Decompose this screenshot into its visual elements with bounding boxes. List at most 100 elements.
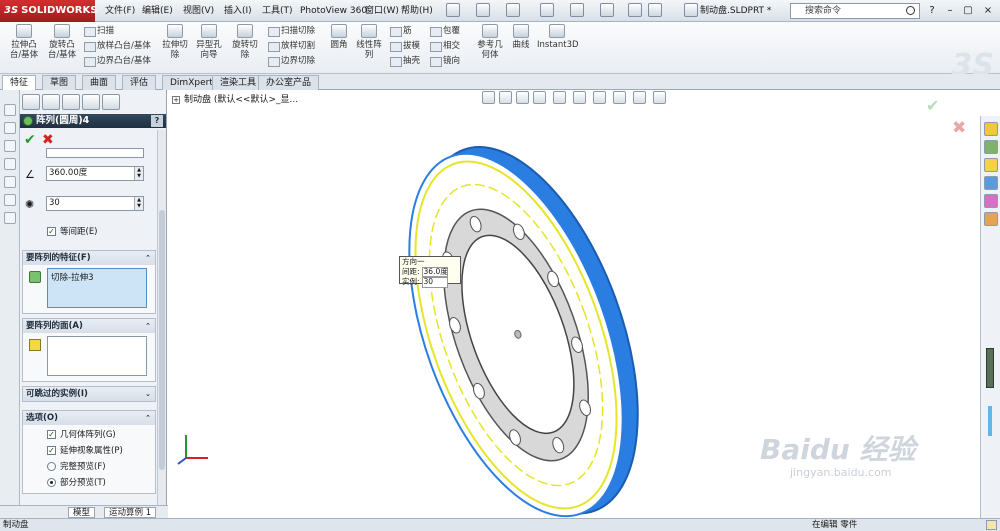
save-icon[interactable]: [506, 3, 520, 17]
pattern-callout[interactable]: 方向一 间距: 36.0度 实例: 30: [399, 256, 461, 288]
restore-icon[interactable]: ▢: [960, 3, 976, 18]
open-icon[interactable]: [476, 3, 490, 17]
property-manager-tab-icon[interactable]: [42, 94, 60, 110]
sketch-tools-icon[interactable]: [4, 122, 16, 134]
dimxpert-tab-icon[interactable]: [82, 94, 100, 110]
intersect-button[interactable]: 相交: [430, 40, 460, 52]
rib-button[interactable]: 筋: [390, 25, 412, 37]
panel-scrollbar[interactable]: [157, 130, 166, 518]
trim-icon[interactable]: [4, 194, 16, 206]
hole-wizard-button[interactable]: 异型孔向导: [194, 24, 224, 60]
sketch-entity-icon[interactable]: [4, 176, 16, 188]
extrude-cut-button[interactable]: 拉伸切除: [160, 24, 190, 60]
feature-item[interactable]: 切除-拉伸3: [51, 271, 93, 283]
faces-listbox[interactable]: [47, 336, 147, 376]
tab-motion-study[interactable]: 运动算例 1: [104, 507, 157, 518]
tab-features[interactable]: 特征: [2, 75, 37, 90]
menu-edit[interactable]: 编辑(E): [139, 3, 176, 19]
spacing-value[interactable]: 36.0度: [421, 266, 448, 277]
boundary-boss-button[interactable]: 边界凸台/基体: [84, 55, 151, 67]
menu-help[interactable]: 帮助(H): [398, 3, 436, 19]
revolve-boss-button[interactable]: 旋转凸台/基体: [44, 24, 80, 60]
tab-model[interactable]: 模型: [68, 507, 96, 518]
dimension-icon[interactable]: [4, 140, 16, 152]
search-commands[interactable]: 搜索命令: [790, 3, 920, 19]
equal-spacing-checkbox[interactable]: ✓: [47, 227, 56, 236]
instances-field[interactable]: 30 ▲ ▼: [46, 196, 144, 211]
rebuild-icon[interactable]: [628, 3, 642, 17]
linear-pattern-button[interactable]: 线性阵列: [354, 24, 384, 60]
feature-manager-icon[interactable]: [4, 104, 16, 116]
tab-render-tools[interactable]: 渲染工具: [212, 75, 265, 90]
sweep-button[interactable]: 扫描: [84, 25, 114, 37]
loft-boss-button[interactable]: 放样凸台/基体: [84, 40, 151, 52]
relations-icon[interactable]: [4, 158, 16, 170]
tab-surfaces[interactable]: 曲面: [82, 75, 117, 90]
cancel-button[interactable]: ✖: [42, 132, 54, 148]
home-icon[interactable]: [984, 122, 998, 136]
extrude-boss-button[interactable]: 拉伸凸台/基体: [6, 24, 42, 60]
display-icon[interactable]: [4, 212, 16, 224]
minimize-icon[interactable]: –: [942, 3, 958, 18]
panel-help-button[interactable]: ?: [151, 115, 163, 127]
tab-office-products[interactable]: 办公室产品: [258, 75, 320, 90]
configuration-tab-icon[interactable]: [62, 94, 80, 110]
faces-section-header[interactable]: 要阵列的面(A) ⌃: [23, 319, 155, 333]
print-icon[interactable]: [540, 3, 554, 17]
custom-properties-icon[interactable]: [984, 212, 998, 226]
axis-field[interactable]: [46, 148, 144, 158]
slider-panel-icon[interactable]: [986, 348, 994, 388]
menu-file[interactable]: 文件(F): [102, 3, 138, 19]
appearances-icon[interactable]: [984, 194, 998, 208]
shell-button[interactable]: 抽壳: [390, 55, 420, 67]
ok-button[interactable]: ✔: [24, 132, 36, 148]
menu-tools[interactable]: 工具(T): [259, 3, 296, 19]
loft-cut-button[interactable]: 放样切割: [268, 40, 315, 52]
boundary-cut-button[interactable]: 边界切除: [268, 55, 315, 67]
help-icon[interactable]: ?: [924, 3, 940, 18]
select-icon[interactable]: [600, 3, 614, 17]
features-listbox[interactable]: 切除-拉伸3: [47, 268, 147, 308]
angle-field[interactable]: 360.00度 ▲ ▼: [46, 166, 144, 181]
new-doc-icon[interactable]: [446, 3, 460, 17]
sweep-cut-button[interactable]: 扫描切除: [268, 25, 315, 37]
wrap-button[interactable]: 包覆: [430, 25, 460, 37]
menu-insert[interactable]: 插入(I): [221, 3, 255, 19]
mirror-button[interactable]: 镜向: [430, 55, 460, 67]
options-section-header[interactable]: 选项(O) ⌃: [23, 411, 155, 425]
angle-spinner[interactable]: ▲ ▼: [134, 167, 143, 180]
curves-button[interactable]: 曲线: [508, 24, 534, 50]
reference-geometry-button[interactable]: 参考几何体: [474, 24, 506, 60]
search-icon[interactable]: [906, 6, 915, 15]
revolve-cut-button[interactable]: 旋转切除: [230, 24, 260, 60]
full-preview-radio[interactable]: [47, 462, 56, 471]
display-manager-tab-icon[interactable]: [102, 94, 120, 110]
tab-evaluate[interactable]: 评估: [122, 75, 157, 90]
view-palette-icon[interactable]: [984, 176, 998, 190]
file-props-icon[interactable]: [648, 3, 662, 17]
draft-button[interactable]: 拔模: [390, 40, 420, 52]
file-explorer-icon[interactable]: [984, 158, 998, 172]
fillet-button[interactable]: 圆角: [326, 24, 352, 50]
status-help-icon[interactable]: [986, 520, 997, 530]
confirm-corner-ok-icon[interactable]: ✔: [926, 96, 939, 115]
confirm-corner-cancel-icon[interactable]: ✖: [952, 118, 966, 138]
instant3d-button[interactable]: Instant3D: [537, 24, 579, 50]
undo-icon[interactable]: [570, 3, 584, 17]
close-icon[interactable]: ×: [980, 3, 996, 18]
tab-sketch[interactable]: 草图: [42, 75, 77, 90]
scale-slider-icon[interactable]: [988, 406, 992, 436]
solidworks-logo[interactable]: 3S SOLIDWORKS: [0, 0, 97, 22]
skip-section-header[interactable]: 可跳过的实例(I) ⌄: [23, 387, 155, 401]
propagate-visual-checkbox[interactable]: ✓: [47, 446, 56, 455]
panel-scrollbar-thumb[interactable]: [159, 210, 165, 470]
callout-instances-value[interactable]: 30: [421, 277, 448, 288]
instances-spinner[interactable]: ▲ ▼: [134, 197, 143, 210]
menu-window[interactable]: 窗口(W): [362, 3, 402, 19]
menu-photoview[interactable]: PhotoView 360: [297, 3, 370, 19]
pin-icon[interactable]: [684, 3, 698, 17]
features-section-header[interactable]: 要阵列的特征(F) ⌃: [23, 251, 155, 265]
partial-preview-radio[interactable]: [47, 478, 56, 487]
geometry-pattern-checkbox[interactable]: ✓: [47, 430, 56, 439]
design-library-icon[interactable]: [984, 140, 998, 154]
